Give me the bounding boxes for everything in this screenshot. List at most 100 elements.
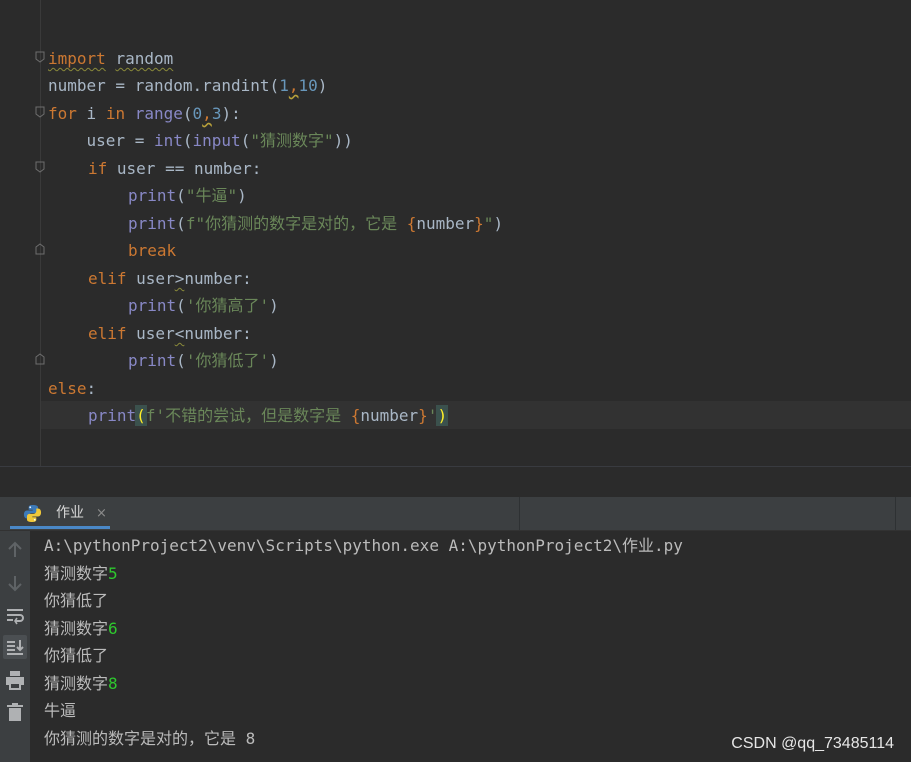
- keyword: if: [88, 159, 108, 178]
- console-line: 你猜测的数字是对的，它是 8: [44, 729, 256, 748]
- code-text: (: [176, 186, 186, 205]
- code-line: if user == number:: [88, 155, 261, 182]
- console-input: 5: [108, 564, 118, 583]
- console-prompt: 猜测数字: [44, 619, 109, 638]
- code-text: (: [176, 296, 186, 315]
- code-line: import random: [48, 45, 173, 72]
- code-text: ): [493, 214, 504, 233]
- fstring-brace: }: [474, 214, 484, 233]
- code-line: elif user>number:: [88, 265, 252, 292]
- scroll-to-end-icon[interactable]: [3, 635, 27, 659]
- number-literal: 3: [211, 104, 222, 123]
- run-tab-bar: 作业 ×: [0, 497, 911, 531]
- string-literal: ": [483, 214, 494, 233]
- builtin: print: [128, 214, 177, 233]
- code-text: (: [182, 104, 193, 123]
- code-text: number:: [184, 269, 252, 288]
- code-text: (: [182, 131, 193, 150]
- builtin: input: [192, 131, 241, 150]
- code-text: ): [269, 296, 279, 315]
- down-arrow-icon[interactable]: [3, 571, 27, 595]
- code-text: ): [317, 76, 328, 95]
- builtin: print: [128, 296, 177, 315]
- fold-marker-icon[interactable]: [34, 106, 46, 118]
- identifier: number: [416, 214, 475, 233]
- keyword: for: [48, 104, 77, 123]
- fstring-brace: {: [350, 406, 361, 425]
- code-text: user: [126, 324, 175, 343]
- up-arrow-icon[interactable]: [3, 538, 27, 562]
- gutter-divider: [40, 0, 41, 466]
- console-prompt: 猜测数字: [44, 674, 109, 693]
- print-icon[interactable]: [3, 668, 27, 692]
- matched-paren: ): [436, 405, 449, 426]
- matched-paren: (: [135, 405, 147, 426]
- keyword: in: [105, 104, 126, 123]
- code-text: (: [176, 214, 186, 233]
- console-line: 你猜低了: [44, 591, 109, 610]
- number-literal: 10: [298, 76, 318, 95]
- code-text: )): [333, 131, 353, 150]
- number-literal: 0: [192, 104, 203, 123]
- fstring-brace: {: [406, 214, 417, 233]
- code-text: :: [86, 379, 97, 398]
- code-line: break: [128, 237, 176, 264]
- console-line: 你猜低了: [44, 646, 109, 665]
- soft-wrap-icon[interactable]: [3, 603, 27, 627]
- console-input: 8: [108, 674, 118, 693]
- code-line: print(f'不错的尝试，但是数字是 {number}'): [88, 402, 449, 429]
- code-text: user == number:: [107, 159, 262, 178]
- code-text: (: [176, 351, 186, 370]
- console-line: A:\pythonProject2\venv\Scripts\python.ex…: [44, 536, 683, 555]
- code-text: (: [240, 131, 251, 150]
- keyword: import: [48, 49, 106, 68]
- string-literal: '你猜低了': [185, 351, 270, 370]
- operator: >: [174, 269, 185, 288]
- code-text: number:: [184, 324, 252, 343]
- code-text: user: [126, 269, 175, 288]
- active-tab-indicator: [10, 526, 110, 529]
- string-literal: f"你猜测的数字是对的，它是: [185, 214, 407, 233]
- string-literal: '你猜高了': [185, 296, 270, 315]
- code-text: user =: [48, 131, 154, 150]
- panel-splitter[interactable]: [0, 466, 911, 497]
- code-line: print('你猜高了'): [128, 292, 279, 319]
- run-console-output[interactable]: A:\pythonProject2\venv\Scripts\python.ex…: [31, 531, 911, 762]
- console-line: 猜测数字6: [44, 615, 118, 642]
- string-literal: "猜测数字": [250, 131, 334, 150]
- watermark: CSDN @qq_73485114: [731, 735, 894, 752]
- code-line: number = random.randint(1,10): [48, 72, 327, 99]
- code-line: else:: [48, 375, 96, 402]
- number-literal: 1: [279, 76, 289, 95]
- console-prompt: 猜测数字: [44, 564, 109, 583]
- fstring-brace: }: [418, 406, 428, 425]
- builtin: int: [153, 131, 183, 150]
- fold-end-marker-icon[interactable]: [34, 243, 46, 255]
- divider: [519, 497, 520, 530]
- code-editor[interactable]: import random number = random.randint(1,…: [0, 0, 911, 466]
- trash-icon[interactable]: [3, 700, 27, 724]
- code-text: ): [237, 186, 247, 205]
- code-text: ): [269, 351, 279, 370]
- console-line: 猜测数字8: [44, 670, 118, 697]
- builtin: range: [134, 104, 183, 123]
- fold-marker-icon[interactable]: [34, 161, 46, 173]
- comma: ,: [202, 104, 212, 123]
- identifier: number: [360, 406, 419, 425]
- code-line: user = int(input("猜测数字")): [48, 127, 353, 154]
- builtin: print: [128, 186, 177, 205]
- run-toolbar: [0, 531, 30, 762]
- code-line: print('你猜低了'): [128, 347, 279, 374]
- operator: <: [174, 324, 185, 343]
- keyword: elif: [88, 269, 127, 288]
- console-input: 6: [108, 619, 118, 638]
- divider: [895, 497, 896, 530]
- fold-end-marker-icon[interactable]: [34, 353, 46, 365]
- fold-marker-icon[interactable]: [34, 51, 46, 63]
- code-text: i: [76, 104, 106, 123]
- builtin: print: [88, 406, 137, 425]
- code-text: ):: [221, 104, 241, 123]
- string-literal: ': [427, 406, 438, 425]
- code-line: for i in range(0,3):: [48, 100, 241, 127]
- identifier: random: [115, 49, 174, 68]
